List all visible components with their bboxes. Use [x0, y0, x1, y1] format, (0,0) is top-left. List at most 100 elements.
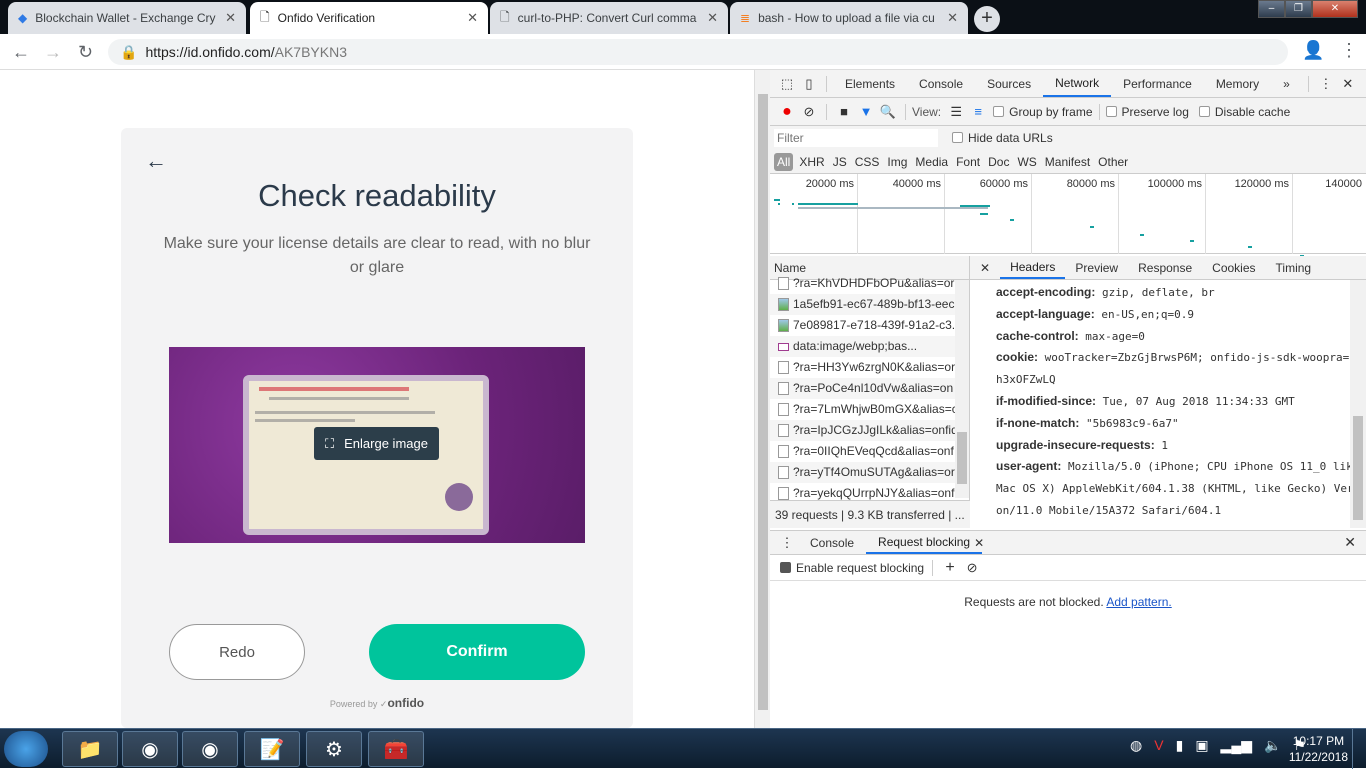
request-row[interactable]: 1a5efb91-ec67-489b-bf13-eec	[770, 294, 956, 315]
enable-request-blocking-checkbox[interactable]: Enable request blocking	[780, 561, 924, 575]
power-icon[interactable]: ▣	[1195, 737, 1208, 754]
menu-icon[interactable]: ⋮	[1340, 40, 1358, 61]
explorer-icon[interactable]: 📁	[62, 731, 118, 767]
request-row[interactable]: 7e089817-e718-439f-91a2-c3.	[770, 315, 956, 336]
hide-data-urls-checkbox[interactable]: Hide data URLs	[952, 131, 1053, 145]
disable-cache-checkbox[interactable]: Disable cache	[1198, 105, 1290, 119]
redo-button[interactable]: Redo	[169, 624, 305, 680]
request-row[interactable]: ?ra=PoCe4nl10dVw&alias=on	[770, 378, 956, 399]
tab-network[interactable]: Network	[1043, 70, 1112, 97]
type-filter-other[interactable]: Other	[1098, 155, 1128, 169]
large-rows-icon[interactable]: ☰	[945, 104, 967, 120]
url-input[interactable]: 🔒 https://id.onfido.com/AK7BYKN3	[108, 39, 1288, 65]
chrome-icon[interactable]: ◉	[182, 731, 238, 767]
close-devtools-icon[interactable]: ✕	[1337, 76, 1359, 92]
close-tab-icon[interactable]: ✕	[467, 10, 478, 26]
filter-input[interactable]	[774, 129, 938, 147]
add-pattern-icon[interactable]: +	[939, 559, 961, 577]
volume-icon[interactable]: 🔈	[1264, 737, 1281, 754]
device-toolbar-icon[interactable]: ▯	[798, 76, 820, 92]
tab-preview[interactable]: Preview	[1065, 256, 1128, 279]
type-filter-xhr[interactable]: XHR	[799, 155, 824, 169]
capture-screenshots-icon[interactable]: ■	[833, 104, 855, 119]
close-detail-icon[interactable]: ✕	[970, 256, 1000, 279]
type-filter-font[interactable]: Font	[956, 155, 980, 169]
type-filter-doc[interactable]: Doc	[988, 155, 1009, 169]
close-tab-icon[interactable]: ✕	[707, 10, 718, 26]
close-drawer-icon[interactable]: ✕	[1344, 534, 1356, 551]
show-desktop-button[interactable]	[1352, 729, 1366, 769]
close-tab-icon[interactable]: ✕	[225, 10, 236, 26]
inspect-icon[interactable]: ⬚	[776, 76, 798, 92]
tab-onfido[interactable]: 🗋 Onfido Verification ✕	[250, 2, 488, 34]
kebab-menu-icon[interactable]: ⋮	[1315, 76, 1337, 92]
more-tabs-button[interactable]: »	[1271, 70, 1302, 97]
tab-response[interactable]: Response	[1128, 256, 1202, 279]
waterfall-icon[interactable]: ≡	[967, 104, 989, 119]
camera-icon[interactable]: ◍	[1130, 737, 1142, 754]
type-filter-img[interactable]: Img	[887, 155, 907, 169]
page-scrollbar[interactable]	[754, 70, 770, 728]
license-photo[interactable]: ⛶ Enlarge image	[169, 347, 585, 543]
start-button[interactable]	[4, 731, 48, 767]
request-row[interactable]: data:image/webp;bas...	[770, 336, 956, 357]
add-pattern-link[interactable]: Add pattern.	[1106, 595, 1171, 609]
reload-icon[interactable]: ↻	[78, 42, 93, 63]
drawer-tab-console[interactable]: Console	[798, 531, 866, 554]
maximize-button[interactable]: ❐	[1285, 0, 1312, 18]
tab-elements[interactable]: Elements	[833, 70, 907, 97]
search-icon[interactable]: 🔍	[877, 104, 899, 120]
tab-memory[interactable]: Memory	[1204, 70, 1271, 97]
close-request-blocking-icon[interactable]: ✕	[974, 536, 984, 550]
type-filter-all[interactable]: All	[774, 152, 794, 171]
group-by-frame-checkbox[interactable]: Group by frame	[993, 105, 1093, 119]
drawer-menu-icon[interactable]: ⋮	[776, 535, 798, 551]
request-row[interactable]: ?ra=HH3Yw6zrgN0K&alias=or	[770, 357, 956, 378]
antivirus-icon[interactable]: V	[1154, 737, 1163, 754]
profile-icon[interactable]: 👤	[1302, 40, 1324, 61]
filter-icon[interactable]: ▼	[855, 104, 877, 119]
forward-icon[interactable]: →	[44, 42, 62, 63]
confirm-button[interactable]: Confirm	[369, 624, 585, 680]
signal-icon[interactable]: ▂▄▆	[1221, 737, 1252, 754]
type-filter-manifest[interactable]: Manifest	[1045, 155, 1090, 169]
request-row[interactable]: ?ra=IpJCGzJJgILk&alias=onfid.	[770, 420, 956, 441]
close-tab-icon[interactable]: ✕	[947, 10, 958, 26]
type-filter-css[interactable]: CSS	[855, 155, 880, 169]
type-filter-ws[interactable]: WS	[1017, 155, 1036, 169]
request-row[interactable]: ?ra=0IIQhEVeqQcd&alias=onf	[770, 441, 956, 462]
request-row[interactable]: ?ra=KhVDHDFbOPu&alias=or	[770, 273, 956, 294]
drawer-tab-request-blocking[interactable]: Request blocking	[866, 531, 983, 554]
notepad-icon[interactable]: 📝	[244, 731, 300, 767]
type-filter-media[interactable]: Media	[915, 155, 948, 169]
preserve-log-checkbox[interactable]: Preserve log	[1105, 105, 1189, 119]
type-filter-js[interactable]: JS	[833, 155, 847, 169]
toolbox-icon[interactable]: 🧰	[368, 731, 424, 767]
request-list-scrollbar[interactable]	[955, 280, 969, 498]
headers-scrollbar[interactable]	[1350, 280, 1366, 528]
enlarge-image-button[interactable]: ⛶ Enlarge image	[314, 427, 439, 460]
chrome-icon[interactable]: ◉	[122, 731, 178, 767]
app-icon[interactable]: ⚙	[306, 731, 362, 767]
tab-blockchain[interactable]: ◆ Blockchain Wallet - Exchange Cry ✕	[8, 2, 246, 34]
request-row[interactable]: ?ra=yTf4OmuSUTAg&alias=or	[770, 462, 956, 483]
tab-sources[interactable]: Sources	[975, 70, 1043, 97]
back-arrow-icon[interactable]: ←	[145, 148, 167, 174]
usb-icon[interactable]: ▮	[1176, 737, 1184, 754]
tab-console[interactable]: Console	[907, 70, 975, 97]
tab-headers[interactable]: Headers	[1000, 256, 1066, 279]
clear-icon[interactable]: ⊘	[798, 104, 820, 120]
tab-performance[interactable]: Performance	[1111, 70, 1204, 97]
tab-cookies[interactable]: Cookies	[1202, 256, 1265, 279]
back-icon[interactable]: ←	[12, 42, 30, 63]
record-icon[interactable]: ●	[776, 103, 798, 121]
new-tab-button[interactable]: +	[974, 6, 1000, 32]
tab-timing[interactable]: Timing	[1266, 256, 1322, 279]
window-close-button[interactable]: ✕	[1312, 0, 1358, 18]
clear-patterns-icon[interactable]: ⊘	[961, 560, 983, 576]
request-row[interactable]: ?ra=7LmWhjwB0mGX&alias=c	[770, 399, 956, 420]
tab-bash-upload[interactable]: ≣ bash - How to upload a file via cu ✕	[730, 2, 968, 34]
minimize-button[interactable]: –	[1258, 0, 1285, 18]
tab-curl-to-php[interactable]: 🗋 curl-to-PHP: Convert Curl comma ✕	[490, 2, 728, 34]
clock[interactable]: 10:17 PM 11/22/2018	[1289, 733, 1348, 765]
